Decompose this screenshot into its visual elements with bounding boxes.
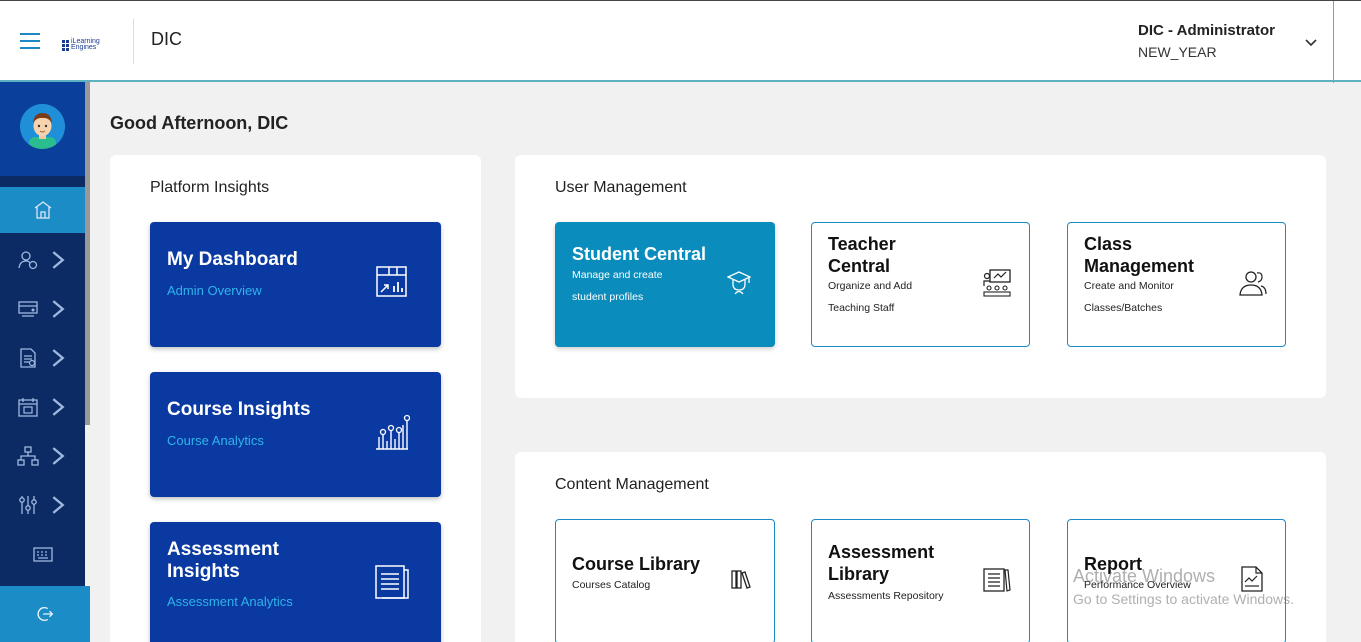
books-icon (731, 570, 751, 589)
chevron-down-icon[interactable] (1303, 34, 1319, 50)
student-central-card[interactable]: Student Central Manage and create studen… (555, 222, 775, 347)
chevron-right-icon (52, 398, 65, 416)
card-title: Course Library (572, 554, 701, 574)
user-role: NEW_YEAR (1138, 44, 1217, 60)
chevron-right-icon (52, 300, 65, 318)
classroom-icon (983, 269, 1011, 297)
activate-windows-watermark: Activate Windows (1073, 566, 1216, 586)
top-header: iLearning Engines DIC DIC - Administrato… (0, 0, 1361, 83)
chevron-right-icon (52, 496, 65, 514)
activate-windows-subtext: Go to Settings to activate Windows. (1073, 591, 1294, 607)
calendar-icon (17, 398, 38, 417)
card-subtitle: Manage and create student profiles (572, 269, 663, 303)
header-border (1333, 1, 1334, 83)
card-subtitle: Organize and Add Teaching Staff (828, 280, 913, 314)
header-divider (133, 19, 134, 64)
keyboard-icon (32, 547, 53, 562)
card-subtitle: Assessment Analytics (167, 594, 293, 609)
card-title: Class Management (1084, 234, 1195, 276)
user-management-panel: User Management Student Central Manage a… (515, 155, 1326, 398)
card-subtitle: Course Analytics (167, 433, 264, 448)
sidebar-item-users[interactable] (0, 237, 85, 283)
sidebar-item-courses[interactable] (0, 286, 85, 332)
user-management-title: User Management (555, 179, 687, 196)
chevron-right-icon (52, 447, 65, 465)
greeting-heading: Good Afternoon, DIC (110, 113, 289, 133)
users-icon (17, 251, 37, 270)
sidebar-item-documents[interactable] (0, 335, 85, 381)
platform-insights-panel: Platform Insights My Dashboard Admin Ove… (110, 155, 481, 642)
teacher-central-card[interactable]: Teacher Central Organize and Add Teachin… (811, 222, 1030, 347)
card-title: My Dashboard (167, 249, 298, 270)
sidebar-scrollbar[interactable] (85, 82, 90, 425)
avatar[interactable] (20, 104, 65, 149)
sidebar-item-logout[interactable] (0, 586, 90, 642)
my-dashboard-card[interactable]: My Dashboard Admin Overview (150, 222, 441, 347)
card-subtitle: Courses Catalog (572, 579, 651, 591)
group-users-icon (1239, 271, 1267, 296)
card-title: Assessment Library (828, 542, 935, 584)
graduation-cap-icon (727, 271, 751, 295)
brand-logo[interactable]: iLearning Engines (62, 37, 112, 53)
card-subtitle: Create and Monitor Classes/Batches (1084, 280, 1174, 314)
card-title: Course Insights (167, 399, 311, 420)
user-name: DIC - Administrator (1138, 22, 1275, 39)
hierarchy-icon (16, 446, 39, 466)
card-title: Student Central (572, 244, 707, 264)
sidebar-item-home[interactable] (0, 187, 85, 233)
sidebar-profile (0, 82, 85, 176)
sidebar-item-calendar[interactable] (0, 384, 85, 430)
settings-sliders-icon (18, 496, 37, 514)
course-insights-card[interactable]: Course Insights Course Analytics (150, 372, 441, 497)
card-title: Assessment Insights (167, 539, 279, 582)
documents-icon (19, 348, 36, 368)
content-management-panel: Content Management Course Library Course… (515, 452, 1326, 642)
hamburger-menu-icon[interactable] (20, 33, 40, 49)
platform-insights-title: Platform Insights (150, 179, 270, 196)
card-subtitle: Admin Overview (167, 283, 262, 298)
content-management-title: Content Management (555, 476, 709, 493)
card-subtitle: Assessments Repository (828, 590, 944, 602)
app-title: DIC (151, 29, 182, 49)
logout-icon (37, 606, 54, 622)
assessment-insights-card[interactable]: Assessment Insights Assessment Analytics (150, 522, 441, 642)
sidebar-item-keyboard[interactable] (0, 531, 85, 577)
course-library-card[interactable]: Course Library Courses Catalog (555, 519, 775, 642)
logo-text: iLearning Engines (71, 38, 100, 51)
sidebar-item-settings[interactable] (0, 482, 85, 528)
report-chart-icon (1241, 566, 1263, 592)
chevron-right-icon (52, 349, 65, 367)
assessment-library-card[interactable]: Assessment Library Assessments Repositor… (811, 519, 1030, 642)
class-management-card[interactable]: Class Management Create and Monitor Clas… (1067, 222, 1286, 347)
sidebar (0, 82, 85, 642)
chevron-right-icon (52, 251, 65, 269)
sidebar-item-hierarchy[interactable] (0, 433, 85, 479)
binder-icon (983, 568, 1011, 592)
dashboard-chart-icon (376, 266, 407, 297)
home-icon (34, 201, 51, 219)
analytics-bars-icon (376, 414, 410, 450)
document-list-icon (375, 565, 409, 599)
card-title: Teacher Central (828, 234, 896, 276)
courses-icon (17, 301, 38, 317)
